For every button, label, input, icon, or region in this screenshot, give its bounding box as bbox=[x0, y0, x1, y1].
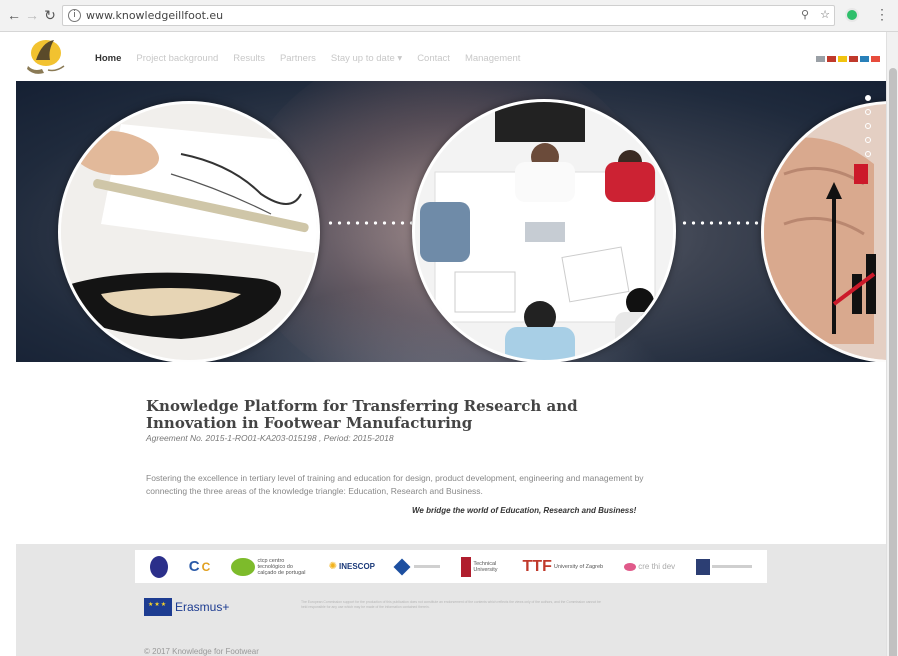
forward-arrow-icon[interactable]: → bbox=[24, 7, 40, 23]
inescop-name: INESCOP bbox=[339, 562, 376, 571]
reload-icon[interactable]: ↻ bbox=[42, 7, 58, 23]
page-title: Knowledge Platform for Transferring Rese… bbox=[146, 397, 578, 432]
site-footer: CC ctcp centro tecnológico do calçado de… bbox=[16, 544, 886, 656]
institute-logo-icon[interactable] bbox=[696, 558, 753, 575]
back-arrow-icon[interactable]: ← bbox=[6, 7, 22, 23]
shoe-logo-icon[interactable] bbox=[24, 36, 68, 76]
tu-logo-icon[interactable]: Technical University bbox=[461, 556, 501, 577]
cec-logo-icon[interactable]: CC bbox=[189, 558, 211, 575]
nav-partners[interactable]: Partners bbox=[280, 53, 316, 64]
url-text[interactable]: www.knowledgeillfoot.eu bbox=[86, 9, 223, 22]
language-flag-2[interactable] bbox=[827, 56, 836, 62]
zagreb-name: University of Zagreb bbox=[553, 563, 604, 570]
copyright-text: © 2017 Knowledge for Footwear bbox=[144, 647, 259, 656]
extension-icon[interactable] bbox=[845, 8, 859, 22]
slider-dot-3[interactable] bbox=[865, 123, 871, 129]
language-flag-6[interactable] bbox=[871, 56, 880, 62]
nav-management[interactable]: Management bbox=[465, 53, 520, 64]
connector-dots bbox=[680, 221, 760, 225]
partner-logos: CC ctcp centro tecnológico do calçado de… bbox=[135, 550, 767, 583]
language-flag-5[interactable] bbox=[860, 56, 869, 62]
nav-stay-up-to-date[interactable]: Stay up to date ▾ bbox=[331, 53, 402, 64]
slider-pagination bbox=[865, 95, 873, 165]
agreement-info: Agreement No. 2015-1-RO01-KA203-015198 ,… bbox=[146, 433, 394, 443]
language-flag-4[interactable] bbox=[849, 56, 858, 62]
motto-text: We bridge the world of Education, Resear… bbox=[412, 506, 637, 515]
shoe-design-sketch-image bbox=[58, 101, 320, 362]
scrollbar-thumb[interactable] bbox=[889, 68, 897, 656]
university-seal-icon[interactable] bbox=[149, 555, 168, 578]
slider-dot-5[interactable] bbox=[865, 151, 871, 157]
project-description: Fostering the excellence in tertiary lev… bbox=[146, 473, 644, 496]
inescop-logo-icon[interactable]: ✺ INESCOP bbox=[329, 561, 375, 572]
main-content: Knowledge Platform for Transferring Rese… bbox=[16, 362, 886, 544]
main-navigation: Home Project background Results Partners… bbox=[95, 53, 520, 64]
browser-toolbar: ← → ↻ i www.knowledgeillfoot.eu ⚲ ☆ ⋮ bbox=[0, 0, 898, 32]
menu-icon[interactable]: ⋮ bbox=[875, 6, 889, 23]
nav-project-background[interactable]: Project background bbox=[136, 53, 218, 64]
crethidev-name: cre thi dev bbox=[638, 562, 676, 571]
business-meeting-image bbox=[412, 99, 676, 362]
ctcp-logo-icon[interactable]: ctcp centro tecnológico do calçado de po… bbox=[231, 557, 307, 576]
crethidev-logo-icon[interactable]: cre thi dev bbox=[624, 562, 675, 571]
slider-dot-4[interactable] bbox=[865, 137, 871, 143]
hero-slider[interactable] bbox=[16, 81, 886, 362]
vertical-scrollbar[interactable] bbox=[886, 32, 898, 656]
slider-dot-1[interactable] bbox=[865, 95, 871, 101]
address-bar[interactable]: i www.knowledgeillfoot.eu ⚲ ☆ bbox=[62, 5, 835, 26]
erasmus-label: Erasmus+ bbox=[175, 600, 230, 614]
language-flag-3[interactable] bbox=[838, 56, 847, 62]
zoom-icon[interactable]: ⚲ bbox=[801, 8, 809, 21]
star-icon[interactable]: ☆ bbox=[820, 8, 830, 21]
nav-results[interactable]: Results bbox=[233, 53, 265, 64]
erasmus-logo[interactable]: Erasmus+ bbox=[144, 598, 229, 616]
tu-name: Technical University bbox=[473, 560, 498, 573]
eu-flag-icon bbox=[144, 598, 172, 616]
nav-contact[interactable]: Contact bbox=[417, 53, 450, 64]
language-flag-1[interactable] bbox=[816, 56, 825, 62]
ctcp-name: ctcp centro tecnológico do calçado de po… bbox=[257, 557, 306, 576]
info-icon[interactable]: i bbox=[68, 9, 81, 22]
language-flags bbox=[816, 56, 880, 62]
nav-home[interactable]: Home bbox=[95, 53, 121, 64]
diamond-logo-icon[interactable] bbox=[393, 558, 441, 575]
zagreb-logo-icon[interactable]: TTF University of Zagreb bbox=[523, 558, 604, 576]
site-header: Home Project background Results Partners… bbox=[16, 33, 886, 81]
connector-dots bbox=[326, 221, 412, 225]
eu-disclaimer: The European Commission support for the … bbox=[301, 600, 601, 609]
slider-dot-2[interactable] bbox=[865, 109, 871, 115]
